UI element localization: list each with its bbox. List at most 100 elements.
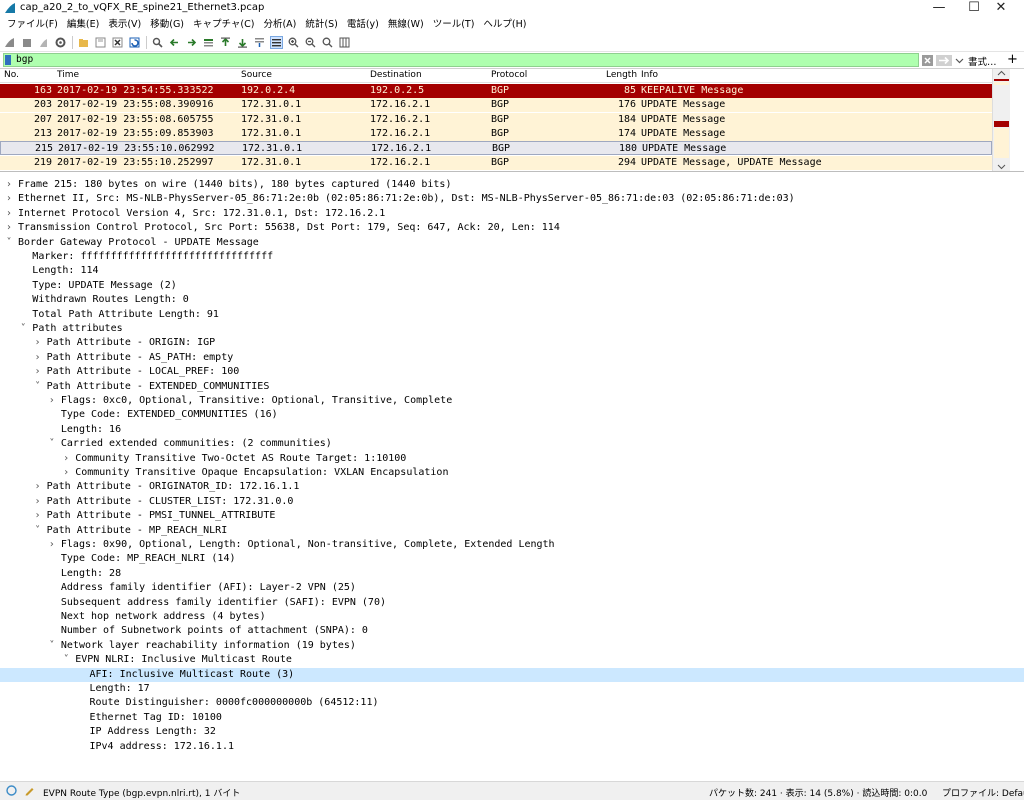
menu-edit[interactable]: 編集(E) — [64, 17, 105, 33]
detail-tree-item[interactable]: IPv4 address: 172.16.1.1 — [0, 740, 1024, 754]
detail-tree-item[interactable]: › Path Attribute - CLUSTER_LIST: 172.31.0… — [0, 495, 1024, 509]
detail-tree-item[interactable]: › Flags: 0x90, Optional, Length: Optional… — [0, 538, 1024, 552]
packet-list-scrollbar[interactable] — [992, 69, 1010, 171]
stop-icon[interactable] — [20, 36, 33, 49]
forward-arrow-icon[interactable] — [185, 36, 198, 49]
detail-tree-item[interactable]: › Path Attribute - LOCAL_PREF: 100 — [0, 365, 1024, 379]
menu-telephony[interactable]: 電話(y) — [344, 17, 385, 33]
filter-history-dropdown-icon[interactable] — [954, 54, 964, 66]
detail-tree-item[interactable]: Total Path Attribute Length: 91 — [0, 308, 1024, 322]
detail-tree-item[interactable]: Length: 16 — [0, 423, 1024, 437]
menu-help[interactable]: ヘルプ(H) — [480, 17, 532, 33]
menu-analyze[interactable]: 分析(A) — [260, 17, 302, 33]
detail-tree-item[interactable]: Address family identifier (AFI): Layer-2… — [0, 581, 1024, 595]
expand-arrow-icon[interactable]: › — [33, 495, 43, 509]
options-gear-icon[interactable] — [54, 36, 67, 49]
menu-statistics[interactable]: 統計(S) — [302, 17, 343, 33]
detail-tree-item[interactable]: AFI: Inclusive Multicast Route (3) — [0, 667, 1024, 682]
detail-tree-item[interactable]: ˅ Carried extended communities: (2 commun… — [0, 437, 1024, 451]
autoscroll-icon[interactable] — [253, 36, 266, 49]
detail-tree-item[interactable]: › Path Attribute - AS_PATH: empty — [0, 351, 1024, 365]
column-header-no[interactable]: No. — [4, 70, 19, 80]
display-filter-input[interactable]: bgp — [3, 53, 919, 67]
detail-tree-item[interactable]: › Flags: 0xc0, Optional, Transitive: Opti… — [0, 394, 1024, 408]
column-header-info[interactable]: Info — [641, 70, 658, 80]
reload-icon[interactable] — [128, 36, 141, 49]
detail-tree-item[interactable]: Next hop network address (4 bytes) — [0, 610, 1024, 624]
first-packet-icon[interactable] — [219, 36, 232, 49]
detail-tree-item[interactable]: › Transmission Control Protocol, Src Port… — [0, 221, 1024, 235]
expand-arrow-icon[interactable]: › — [47, 394, 57, 408]
zoom-out-icon[interactable] — [304, 36, 317, 49]
clear-filter-icon[interactable] — [921, 54, 933, 66]
detail-tree-item[interactable]: Length: 17 — [0, 682, 1024, 696]
column-header-destination[interactable]: Destination — [370, 70, 422, 80]
menu-view[interactable]: 表示(V) — [105, 17, 147, 33]
detail-tree-item[interactable]: Type: UPDATE Message (2) — [0, 279, 1024, 293]
collapse-arrow-icon[interactable]: ˅ — [33, 380, 43, 394]
detail-tree-item[interactable]: Type Code: EXTENDED_COMMUNITIES (16) — [0, 408, 1024, 422]
expand-arrow-icon[interactable]: › — [4, 178, 14, 192]
last-packet-icon[interactable] — [236, 36, 249, 49]
detail-tree-item[interactable]: ˅ EVPN NLRI: Inclusive Multicast Route — [0, 653, 1024, 667]
shark-fin-icon[interactable] — [3, 36, 16, 49]
detail-tree-item[interactable]: Subsequent address family identifier (SA… — [0, 596, 1024, 610]
detail-tree-item[interactable]: ˅ Path Attribute - EXTENDED_COMMUNITIES — [0, 380, 1024, 394]
close-file-icon[interactable] — [111, 36, 124, 49]
collapse-arrow-icon[interactable]: ˅ — [18, 322, 28, 336]
goto-packet-icon[interactable] — [202, 36, 215, 49]
expand-arrow-icon[interactable]: › — [4, 207, 14, 221]
expand-arrow-icon[interactable]: › — [33, 365, 43, 379]
add-filter-button[interactable]: + — [1007, 52, 1018, 67]
packet-row[interactable]: 219 2017-02-19 23:55:10.252997 172.31.0.1 1… — [0, 155, 992, 170]
column-header-source[interactable]: Source — [241, 70, 272, 80]
edit-comment-icon[interactable] — [24, 785, 35, 799]
expand-arrow-icon[interactable]: › — [33, 336, 43, 350]
expand-arrow-icon[interactable]: › — [61, 466, 71, 480]
expand-arrow-icon[interactable]: › — [33, 351, 43, 365]
detail-tree-item[interactable]: Length: 114 — [0, 264, 1024, 278]
detail-tree-item[interactable]: ˅ Network layer reachability information … — [0, 639, 1024, 653]
detail-tree-item[interactable]: Number of Subnetwork points of attachmen… — [0, 624, 1024, 638]
menu-capture[interactable]: キャプチャ(C) — [190, 17, 260, 33]
menu-file[interactable]: ファイル(F) — [4, 17, 64, 33]
detail-tree-item[interactable]: ˅ Path Attribute - MP_REACH_NLRI — [0, 524, 1024, 538]
expand-arrow-icon[interactable]: › — [33, 480, 43, 494]
detail-tree-item[interactable]: Marker: ffffffffffffffffffffffffffffffff — [0, 250, 1024, 264]
expand-arrow-icon[interactable]: › — [61, 452, 71, 466]
save-icon[interactable] — [94, 36, 107, 49]
expert-info-icon[interactable] — [6, 785, 17, 799]
detail-tree-item[interactable]: › Frame 215: 180 bytes on wire (1440 bits… — [0, 178, 1024, 192]
resize-columns-icon[interactable] — [338, 36, 351, 49]
close-window-button[interactable]: ✕ — [978, 0, 1024, 16]
detail-tree-item[interactable]: Length: 28 — [0, 567, 1024, 581]
packet-row[interactable]: 163 2017-02-19 23:54:55.333522 192.0.2.4 19… — [0, 84, 992, 98]
column-header-length[interactable]: Length — [606, 70, 637, 80]
detail-tree-item[interactable]: ˅ Border Gateway Protocol - UPDATE Messag… — [0, 236, 1024, 250]
filter-expression-button[interactable]: 書式… — [968, 54, 997, 68]
expand-arrow-icon[interactable]: › — [33, 509, 43, 523]
detail-tree-item[interactable]: › Internet Protocol Version 4, Src: 172.3… — [0, 207, 1024, 221]
back-arrow-icon[interactable] — [168, 36, 181, 49]
expand-arrow-icon[interactable]: › — [4, 192, 14, 206]
collapse-arrow-icon[interactable]: ˅ — [47, 639, 57, 653]
expand-arrow-icon[interactable]: › — [4, 221, 14, 235]
detail-tree-item[interactable]: › Ethernet II, Src: MS-NLB-PhysServer-05_… — [0, 192, 1024, 206]
apply-filter-icon[interactable] — [935, 54, 952, 66]
collapse-arrow-icon[interactable]: ˅ — [4, 236, 14, 250]
column-header-protocol[interactable]: Protocol — [491, 70, 527, 80]
collapse-arrow-icon[interactable]: ˅ — [61, 653, 71, 667]
zoom-in-icon[interactable] — [287, 36, 300, 49]
packet-row[interactable]: 213 2017-02-19 23:55:09.853903 172.31.0.1 1… — [0, 126, 992, 141]
detail-tree-item[interactable]: Ethernet Tag ID: 10100 — [0, 711, 1024, 725]
column-header-time[interactable]: Time — [57, 70, 79, 80]
restart-icon[interactable] — [37, 36, 50, 49]
menu-go[interactable]: 移動(G) — [147, 17, 190, 33]
detail-tree-item[interactable]: › Path Attribute - ORIGIN: IGP — [0, 336, 1024, 350]
filter-bookmark-icon[interactable] — [5, 55, 11, 65]
detail-tree-item[interactable]: › Path Attribute - PMSI_TUNNEL_ATTRIBUTE — [0, 509, 1024, 523]
colorize-icon[interactable] — [270, 36, 283, 49]
menu-wireless[interactable]: 無線(W) — [385, 17, 430, 33]
open-folder-icon[interactable] — [77, 36, 90, 49]
menu-tools[interactable]: ツール(T) — [430, 17, 481, 33]
